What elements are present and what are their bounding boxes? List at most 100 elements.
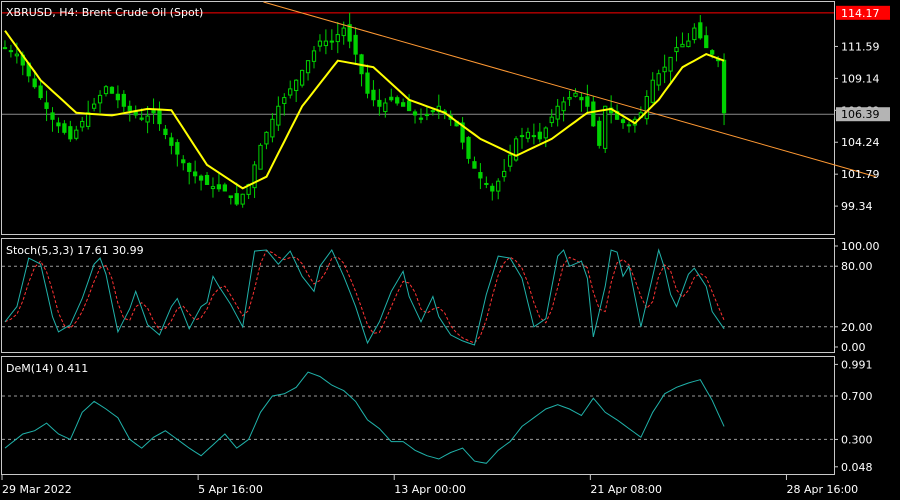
candle[interactable] (603, 105, 608, 153)
candle[interactable] (329, 29, 334, 50)
candle[interactable] (198, 174, 204, 191)
candle[interactable] (460, 117, 465, 150)
candle[interactable] (650, 72, 655, 104)
candle[interactable] (121, 90, 126, 112)
candle[interactable] (317, 34, 323, 52)
candle[interactable] (222, 182, 227, 192)
candle[interactable] (210, 177, 216, 198)
candle[interactable] (311, 45, 317, 69)
candle[interactable] (282, 93, 287, 116)
candle[interactable] (169, 132, 174, 155)
candle[interactable] (204, 172, 210, 185)
candle[interactable] (377, 88, 382, 116)
candle[interactable] (412, 109, 418, 124)
candle[interactable] (163, 125, 168, 140)
candle[interactable] (620, 117, 626, 129)
candle[interactable] (115, 85, 121, 109)
candle[interactable] (418, 108, 424, 124)
candle[interactable] (531, 123, 537, 145)
trend-line[interactable] (263, 1, 876, 178)
candle[interactable] (597, 116, 602, 149)
candle[interactable] (466, 136, 471, 164)
candle[interactable] (91, 97, 97, 112)
candle[interactable] (80, 116, 85, 132)
candle[interactable] (276, 96, 281, 131)
candle[interactable] (347, 12, 352, 49)
candle[interactable] (56, 117, 61, 133)
candle[interactable] (401, 98, 406, 107)
candle[interactable] (187, 162, 192, 185)
candle[interactable] (68, 120, 73, 142)
candle[interactable] (537, 122, 542, 143)
candle[interactable] (228, 195, 233, 205)
candle[interactable] (656, 69, 661, 91)
candle[interactable] (252, 161, 257, 198)
main-price-panel[interactable]: 111.59109.14106.69104.24101.7999.34114.1… (2, 1, 890, 213)
candle[interactable] (436, 94, 441, 119)
candle[interactable] (543, 126, 548, 148)
candle[interactable] (395, 95, 400, 106)
candle[interactable] (38, 79, 43, 100)
candle[interactable] (585, 84, 590, 113)
candle[interactable] (496, 178, 501, 200)
candle[interactable] (371, 80, 376, 107)
candle[interactable] (270, 113, 275, 143)
candle[interactable] (151, 98, 156, 125)
candle[interactable] (513, 136, 519, 162)
candle[interactable] (258, 143, 263, 170)
candle[interactable] (240, 193, 245, 208)
candle[interactable] (305, 60, 311, 81)
candle[interactable] (288, 80, 293, 99)
candle[interactable] (181, 155, 186, 171)
candle[interactable] (44, 90, 49, 122)
demarker-panel[interactable]: 0.991 0.700 0.300 0.048 (2, 358, 873, 474)
candle[interactable] (507, 144, 513, 172)
candle[interactable] (692, 23, 697, 44)
candle[interactable] (626, 121, 632, 133)
candle[interactable] (193, 160, 198, 184)
candle[interactable] (502, 159, 507, 182)
candle[interactable] (175, 139, 180, 167)
stochastic-panel[interactable]: 100.00 80.00 20.00 0.00 (2, 240, 880, 354)
candle[interactable] (484, 176, 489, 189)
candle[interactable] (216, 173, 222, 192)
candle[interactable] (323, 29, 329, 55)
candle[interactable] (549, 109, 554, 127)
candle[interactable] (50, 107, 55, 132)
candle[interactable] (365, 64, 370, 99)
candle[interactable] (103, 84, 109, 97)
candle[interactable] (561, 96, 566, 122)
candle[interactable] (472, 156, 477, 169)
candle[interactable] (573, 88, 578, 98)
candle[interactable] (264, 131, 269, 150)
candle[interactable] (97, 90, 103, 113)
candle[interactable] (668, 56, 673, 83)
candle[interactable] (662, 54, 667, 84)
candle[interactable] (389, 88, 394, 102)
candle[interactable] (359, 53, 364, 87)
candle[interactable] (555, 99, 560, 127)
candle[interactable] (406, 94, 412, 112)
candle[interactable] (424, 106, 430, 121)
candle[interactable] (157, 101, 162, 131)
candle[interactable] (674, 36, 679, 62)
candle[interactable] (109, 86, 115, 94)
candle[interactable] (686, 33, 691, 48)
candle[interactable] (632, 116, 638, 133)
candle[interactable] (490, 183, 495, 201)
candle[interactable] (644, 90, 649, 125)
candle[interactable] (478, 163, 483, 190)
candle[interactable] (680, 32, 685, 48)
candle[interactable] (74, 125, 79, 141)
candle[interactable] (704, 26, 709, 49)
candle[interactable] (567, 90, 572, 106)
candle[interactable] (525, 127, 531, 143)
candle[interactable] (2, 40, 8, 50)
candle[interactable] (519, 127, 525, 149)
candle[interactable] (299, 69, 305, 88)
candle[interactable] (353, 27, 358, 65)
candle[interactable] (62, 120, 67, 135)
candle[interactable] (8, 44, 14, 58)
candle[interactable] (698, 15, 703, 40)
candle[interactable] (579, 92, 584, 112)
